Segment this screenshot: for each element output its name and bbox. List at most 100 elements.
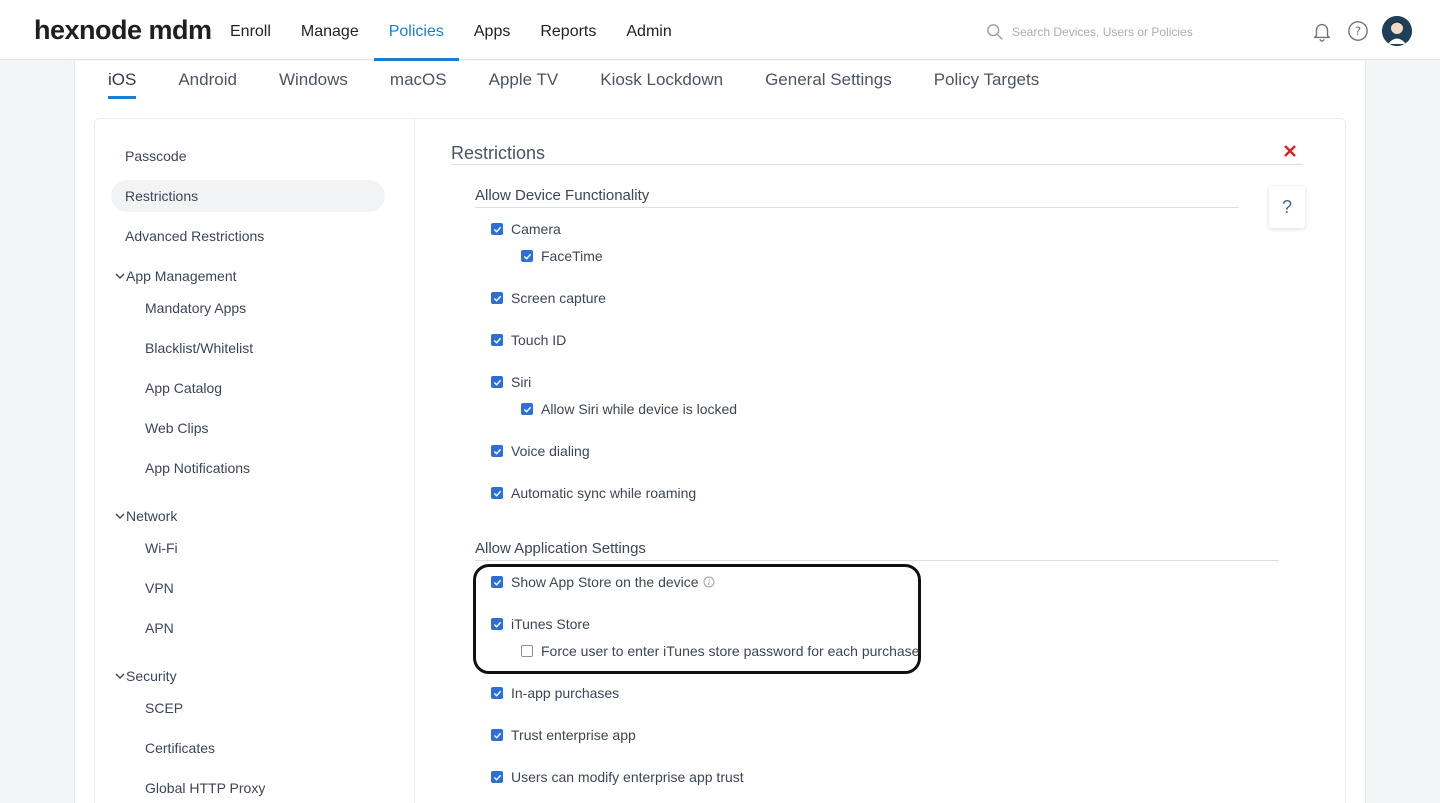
camera-checkbox[interactable] <box>491 223 503 235</box>
nav-reports[interactable]: Reports <box>525 0 611 60</box>
check-icon <box>493 621 501 628</box>
group-divider <box>475 207 1239 208</box>
check-icon <box>493 379 501 386</box>
sidebar-item-global-http-proxy[interactable]: Global HTTP Proxy <box>145 780 265 796</box>
option-camera: Camera <box>491 221 561 237</box>
sidebar-group-network[interactable]: Network <box>115 508 177 524</box>
policy-card: Passcode Restrictions Advanced Restricti… <box>94 118 1346 803</box>
sidebar-item-app-catalog[interactable]: App Catalog <box>145 380 222 396</box>
sidebar-item-advanced-restrictions[interactable]: Advanced Restrictions <box>125 228 264 244</box>
facetime-checkbox[interactable] <box>521 250 533 262</box>
option-trust-enterprise-app: Trust enterprise app <box>491 727 636 743</box>
top-bar: hexnode mdm Enroll Manage Policies Apps … <box>0 0 1440 61</box>
tab-general-settings[interactable]: General Settings <box>765 61 892 99</box>
sidebar-item-wifi[interactable]: Wi-Fi <box>145 540 178 556</box>
option-siri-locked: Allow Siri while device is locked <box>521 401 737 417</box>
tab-android[interactable]: Android <box>178 61 237 99</box>
siri-checkbox[interactable] <box>491 376 503 388</box>
main-nav: Enroll Manage Policies Apps Reports Admi… <box>215 0 687 61</box>
option-label: Screen capture <box>511 290 606 306</box>
option-label: Force user to enter iTunes store passwor… <box>541 643 920 659</box>
group-divider <box>475 560 1279 561</box>
option-label: Users can modify enterprise app trust <box>511 769 744 785</box>
sidebar-group-security[interactable]: Security <box>115 668 177 684</box>
check-icon <box>493 732 501 739</box>
sidebar-item-blacklist-whitelist[interactable]: Blacklist/Whitelist <box>145 340 253 356</box>
hexnode-logo[interactable]: hexnode mdm <box>34 15 212 46</box>
touch-id-checkbox[interactable] <box>491 334 503 346</box>
help-button[interactable]: ? <box>1269 186 1305 228</box>
tab-ios[interactable]: iOS <box>108 61 137 99</box>
option-label: Automatic sync while roaming <box>511 485 697 501</box>
option-label: Voice dialing <box>511 443 590 459</box>
sidebar-item-restrictions[interactable]: Restrictions <box>125 188 198 204</box>
option-label: Camera <box>511 221 561 237</box>
sidebar-group-label: App Management <box>126 268 237 284</box>
siri-locked-checkbox[interactable] <box>521 403 533 415</box>
tab-apple-tv[interactable]: Apple TV <box>489 61 559 99</box>
check-icon <box>493 490 501 497</box>
sidebar-group-label: Security <box>126 668 177 684</box>
info-icon[interactable]: i <box>703 576 715 588</box>
chevron-down-icon <box>115 673 125 679</box>
nav-manage[interactable]: Manage <box>286 0 374 60</box>
option-siri: Siri <box>491 374 531 390</box>
nav-policies[interactable]: Policies <box>373 0 460 61</box>
show-app-store-checkbox[interactable] <box>491 576 503 588</box>
sidebar-item-certificates[interactable]: Certificates <box>145 740 215 756</box>
chevron-down-icon <box>115 273 125 279</box>
auto-sync-checkbox[interactable] <box>491 487 503 499</box>
bell-icon[interactable] <box>1310 19 1334 43</box>
sidebar-item-app-notifications[interactable]: App Notifications <box>145 460 250 476</box>
option-in-app-purchases: In-app purchases <box>491 685 619 701</box>
group-title-device-functionality: Allow Device Functionality <box>475 187 650 204</box>
trust-enterprise-checkbox[interactable] <box>491 729 503 741</box>
tab-macos[interactable]: macOS <box>390 61 447 99</box>
sidebar-group-app-management[interactable]: App Management <box>115 268 237 284</box>
screen-capture-checkbox[interactable] <box>491 292 503 304</box>
check-icon <box>523 253 531 260</box>
check-icon <box>493 337 501 344</box>
option-modify-enterprise-trust: Users can modify enterprise app trust <box>491 769 744 785</box>
nav-admin[interactable]: Admin <box>611 0 686 60</box>
option-facetime: FaceTime <box>521 248 603 264</box>
sidebar-item-web-clips[interactable]: Web Clips <box>145 420 209 436</box>
tab-policy-targets[interactable]: Policy Targets <box>934 61 1040 99</box>
nav-enroll[interactable]: Enroll <box>215 0 286 60</box>
option-label: FaceTime <box>541 248 603 264</box>
check-icon <box>493 295 501 302</box>
nav-apps[interactable]: Apps <box>459 0 525 60</box>
close-icon[interactable] <box>1283 144 1297 158</box>
sidebar-item-mandatory-apps[interactable]: Mandatory Apps <box>145 300 246 316</box>
search-bar <box>986 20 1286 44</box>
platform-tabs: iOS Android Windows macOS Apple TV Kiosk… <box>108 61 1081 99</box>
group-title-application-settings: Allow Application Settings <box>475 540 646 557</box>
avatar[interactable] <box>1382 16 1412 46</box>
option-label: Touch ID <box>511 332 567 348</box>
voice-dialing-checkbox[interactable] <box>491 445 503 457</box>
platform-tabs-bar: iOS Android Windows macOS Apple TV Kiosk… <box>74 61 1366 99</box>
option-voice-dialing: Voice dialing <box>491 443 590 459</box>
sidebar-item-passcode[interactable]: Passcode <box>125 148 186 164</box>
option-auto-sync-roaming: Automatic sync while roaming <box>491 485 696 501</box>
itunes-password-checkbox[interactable] <box>521 645 533 657</box>
top-icons: ? <box>1310 16 1412 46</box>
option-label: In-app purchases <box>511 685 620 701</box>
option-label: Allow Siri while device is locked <box>541 401 738 417</box>
check-icon <box>493 226 501 233</box>
section-title: Restrictions <box>451 143 546 163</box>
modify-trust-checkbox[interactable] <box>491 771 503 783</box>
option-screen-capture: Screen capture <box>491 290 606 306</box>
tab-kiosk-lockdown[interactable]: Kiosk Lockdown <box>600 61 723 99</box>
in-app-purchases-checkbox[interactable] <box>491 687 503 699</box>
tab-windows[interactable]: Windows <box>279 61 348 99</box>
sidebar-item-apn[interactable]: APN <box>145 620 174 636</box>
search-input[interactable] <box>1012 25 1272 39</box>
sidebar-item-scep[interactable]: SCEP <box>145 700 183 716</box>
help-circle-icon[interactable]: ? <box>1346 19 1370 43</box>
itunes-store-checkbox[interactable] <box>491 618 503 630</box>
restrictions-panel: Restrictions ? Allow Device Functionalit… <box>451 119 1347 803</box>
option-label: Trust enterprise app <box>511 727 636 743</box>
sidebar-item-vpn[interactable]: VPN <box>145 580 174 596</box>
sidebar-group-label: Network <box>126 508 178 524</box>
